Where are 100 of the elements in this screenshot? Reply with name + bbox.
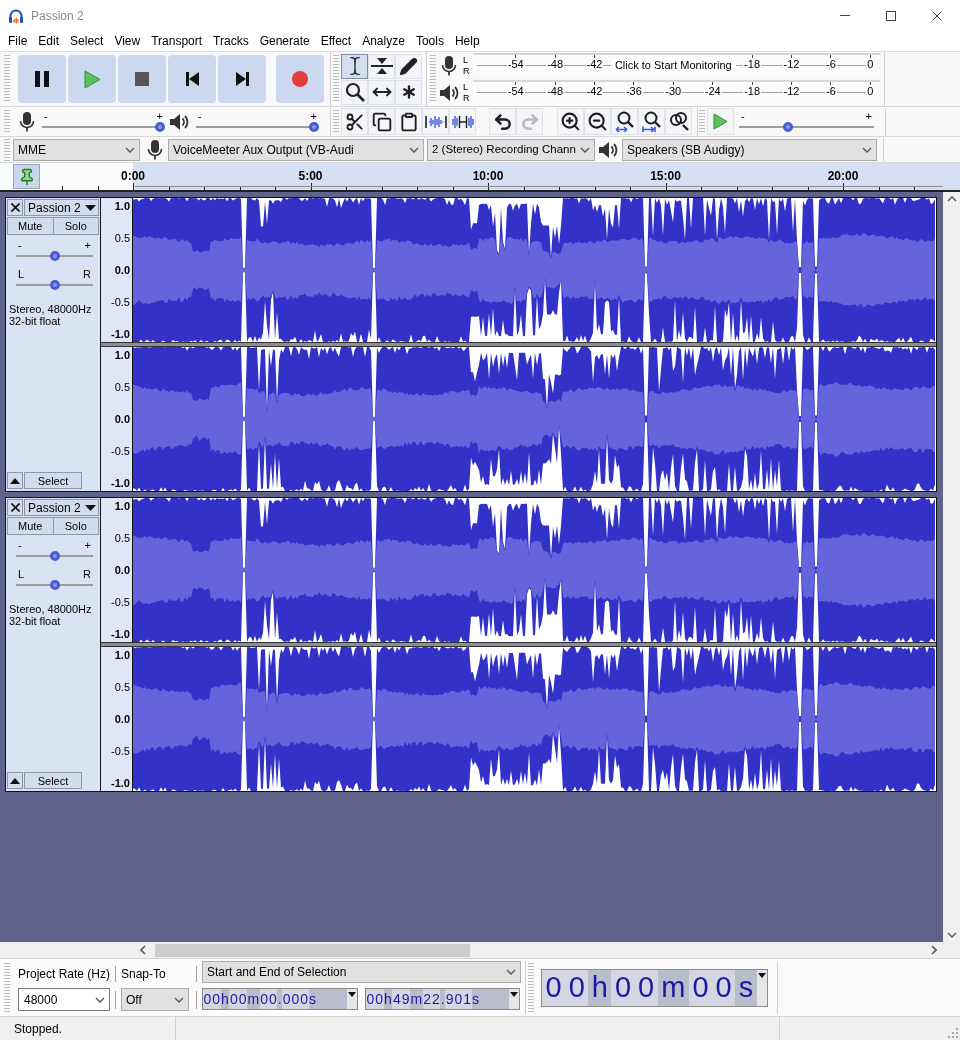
menu-item[interactable]: View [110,32,145,50]
chevron-up-icon[interactable] [946,196,957,202]
time-shift-tool-button[interactable] [368,79,395,105]
resize-grip-icon[interactable] [948,1028,958,1038]
toolbar-grip[interactable] [528,963,534,1012]
magnifier-arrows-icon [614,111,635,132]
slider-thumb[interactable] [49,551,60,561]
collapse-button[interactable] [7,472,23,489]
copy-icon [371,111,392,132]
minimize-icon [840,15,850,16]
trim-audio-button[interactable] [422,108,449,135]
record-icon [292,71,308,87]
menu-item[interactable]: File [4,32,32,50]
menu-item[interactable]: Effect [316,32,356,50]
slider-min-label: - [198,111,202,121]
zoom-in-button[interactable] [557,108,584,135]
menu-item[interactable]: Generate [255,32,314,50]
zoom-toggle-button[interactable] [665,108,692,135]
recording-device-dropdown[interactable]: VoiceMeeter Aux Output (VB-Audi [168,138,424,161]
cut-button[interactable] [341,108,368,135]
selection-tool-button[interactable] [341,53,368,79]
zoom-out-button[interactable] [584,108,611,135]
gain-slider[interactable] [16,250,93,261]
toolbar-grip[interactable] [4,138,10,161]
scrollbar-thumb[interactable] [155,943,470,957]
toolbar-grip[interactable] [699,109,705,134]
playback-speed-slider[interactable] [739,121,874,132]
select-button[interactable]: Select [24,772,82,789]
menu-item[interactable]: Select [66,32,108,50]
fit-project-button[interactable] [638,108,665,135]
chevron-left-icon[interactable] [140,945,146,955]
slider-thumb[interactable] [49,280,60,290]
pan-slider[interactable] [16,279,93,290]
project-rate-dropdown[interactable]: 48000 [18,988,110,1011]
gain-slider[interactable] [16,550,93,561]
skip-to-end-button[interactable] [218,55,266,103]
dropdown-triangle-icon[interactable] [348,992,356,997]
slider-thumb[interactable] [782,122,793,132]
zoom-tool-button[interactable] [341,79,368,105]
track-name-menu[interactable]: Passion 2 [24,199,99,216]
track-name-menu[interactable]: Passion 2 [24,499,99,516]
envelope-tool-button[interactable] [368,53,395,79]
close-track-button[interactable] [7,199,23,216]
skip-to-start-button[interactable] [168,55,216,103]
recording-volume-slider[interactable] [42,121,165,132]
slider-max-label: + [865,111,872,121]
play-at-speed-button[interactable] [707,108,734,135]
mute-button[interactable]: Mute [7,517,54,535]
slider-thumb[interactable] [155,122,165,132]
vertical-scrollbar[interactable] [943,192,960,942]
draw-tool-button[interactable] [395,53,422,79]
playback-device-dropdown[interactable]: Speakers (SB Audigy) [622,138,877,161]
selection-end-time[interactable]: 00h49m22.901s [365,988,520,1010]
select-button[interactable]: Select [24,472,82,489]
slider-thumb[interactable] [49,251,60,261]
silence-audio-button[interactable] [449,108,476,135]
timeline-ruler[interactable]: 0:00 5:00 10:00 15:00 20:00 [0,163,960,192]
slider-max-label: R [83,569,91,579]
solo-button[interactable]: Solo [53,217,99,235]
selection-start-time[interactable]: 00h00m00.000s [202,988,358,1010]
slider-thumb[interactable] [309,122,319,132]
collapse-button[interactable] [7,772,23,789]
pan-slider[interactable] [16,579,93,590]
fit-selection-button[interactable] [611,108,638,135]
playback-volume-slider[interactable] [196,121,319,132]
toolbar-grip[interactable] [430,55,436,103]
menu-item[interactable]: Analyze [358,32,409,50]
dropdown-triangle-icon[interactable] [757,972,766,978]
dropdown-triangle-icon [85,204,96,211]
recording-channels-dropdown[interactable]: 2 (Stereo) Recording Chann [427,138,595,161]
toolbar-grip[interactable] [333,55,339,103]
record-button[interactable] [276,55,324,103]
menu-item[interactable]: Edit [34,32,64,50]
close-track-button[interactable] [7,499,23,516]
dropdown-triangle-icon[interactable] [510,992,518,997]
microphone-icon[interactable] [441,55,457,76]
audio-host-dropdown[interactable]: MME [13,138,140,161]
selection-mode-dropdown[interactable]: Start and End of Selection [202,961,521,983]
menu-item[interactable]: Help [450,32,484,50]
slider-thumb[interactable] [49,580,60,590]
pause-button[interactable] [18,55,66,103]
menu-item[interactable]: Tools [411,32,448,50]
chevron-right-icon[interactable] [931,945,937,955]
menu-item[interactable]: Tracks [209,32,253,50]
toolbar-grip[interactable] [333,109,339,134]
undo-button[interactable] [489,108,516,135]
snap-to-dropdown[interactable]: Off [121,988,189,1011]
meter-scale-label: -24 [703,85,722,97]
speaker-icon[interactable] [439,83,459,102]
multi-tool-button[interactable] [395,79,422,105]
menu-item[interactable]: Transport [147,32,207,50]
stop-button[interactable] [118,55,166,103]
copy-button[interactable] [368,108,395,135]
pinned-playhead-button[interactable] [13,164,40,189]
solo-button[interactable]: Solo [53,517,99,535]
monitoring-prompt[interactable]: Click to Start Monitoring [610,58,736,72]
meter-scale-label: -48 [546,58,565,70]
chevron-down-icon[interactable] [946,932,957,938]
mute-button[interactable]: Mute [7,217,54,235]
paste-button[interactable] [395,108,422,135]
